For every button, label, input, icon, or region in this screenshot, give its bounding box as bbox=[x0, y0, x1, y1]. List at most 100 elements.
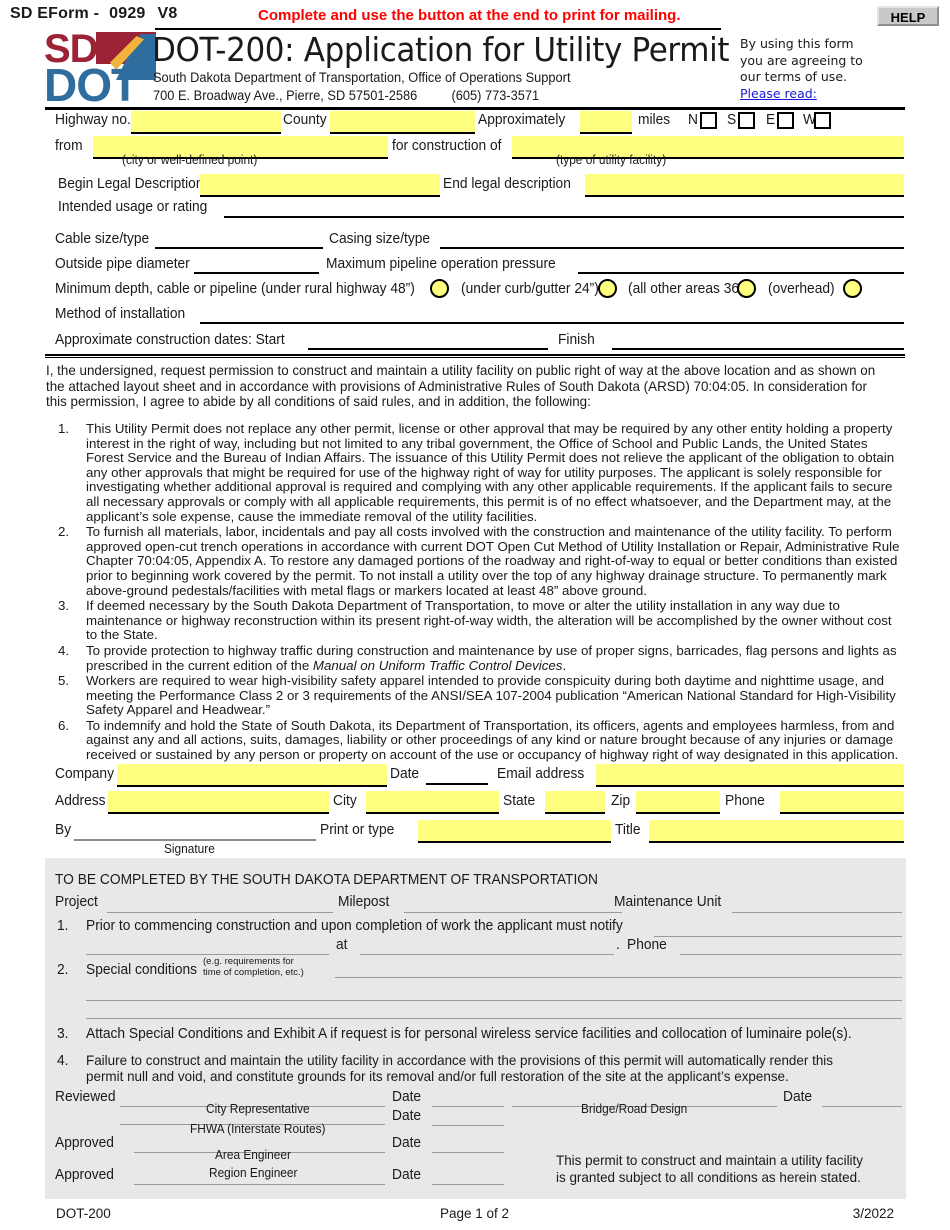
terms-link[interactable]: Please read: bbox=[740, 86, 817, 101]
date-label-bridge: Date bbox=[783, 1089, 813, 1105]
signature-input[interactable] bbox=[74, 839, 316, 841]
condition-item: 3. If deemed necessary by the South Dako… bbox=[46, 598, 906, 643]
reviewed-city-date-input[interactable] bbox=[432, 1106, 504, 1107]
direction-n-checkbox[interactable] bbox=[700, 112, 717, 129]
eform-identifier: SD EForm - 0929 V8 bbox=[10, 5, 178, 23]
min-depth-overhead-label: (overhead) bbox=[768, 281, 835, 297]
city-input[interactable] bbox=[366, 791, 499, 814]
condition-text: To indemnify and hold the State of South… bbox=[86, 717, 899, 763]
company-input[interactable] bbox=[117, 764, 387, 787]
date-input[interactable] bbox=[426, 783, 488, 785]
milepost-label: Milepost bbox=[338, 894, 390, 910]
dot-item-2-number: 2. bbox=[57, 962, 69, 978]
from-caption: (city or well-defined point) bbox=[122, 153, 258, 167]
project-input[interactable] bbox=[107, 912, 333, 913]
special-conditions-note-line2: time of completion, etc.) bbox=[203, 967, 304, 978]
header-divider-rule bbox=[45, 107, 905, 110]
min-depth-curb-radio[interactable] bbox=[598, 279, 617, 298]
agency-line: South Dakota Department of Transportatio… bbox=[153, 70, 571, 85]
cable-size-input[interactable] bbox=[155, 247, 323, 249]
eform-label: SD EForm - bbox=[10, 5, 100, 22]
address-label: Address bbox=[55, 793, 106, 809]
conditions-list: 1. This Utility Permit does not replace … bbox=[46, 421, 906, 764]
special-conditions-note-line1: (e.g. requirements for bbox=[203, 956, 294, 967]
direction-w-checkbox[interactable] bbox=[814, 112, 831, 129]
state-label: State bbox=[503, 793, 536, 809]
county-input[interactable] bbox=[330, 111, 475, 134]
approved-area-date-input[interactable] bbox=[432, 1152, 504, 1153]
notify-input[interactable] bbox=[654, 936, 902, 937]
zip-input[interactable] bbox=[636, 791, 720, 814]
approved-region-engineer-input[interactable] bbox=[134, 1184, 385, 1185]
email-input[interactable] bbox=[596, 764, 904, 787]
city-label: City bbox=[333, 793, 357, 809]
direction-s-checkbox[interactable] bbox=[738, 112, 755, 129]
approximately-input[interactable] bbox=[580, 111, 632, 134]
by-label: By bbox=[55, 822, 72, 838]
outside-pipe-label: Outside pipe diameter bbox=[55, 256, 190, 272]
phone-input[interactable] bbox=[780, 791, 904, 814]
maintenance-unit-label: Maintenance Unit bbox=[614, 894, 722, 910]
title-input[interactable] bbox=[649, 820, 904, 843]
end-legal-label: End legal description bbox=[443, 176, 571, 192]
special-conditions-input-2[interactable] bbox=[86, 1000, 902, 1001]
construction-type-caption: (type of utility facility) bbox=[556, 153, 667, 167]
special-conditions-label: Special conditions bbox=[86, 962, 198, 978]
item1-period: . bbox=[616, 937, 620, 953]
reviewed-fhwa-date-input[interactable] bbox=[432, 1125, 504, 1126]
begin-legal-label: Begin Legal Description bbox=[58, 176, 204, 192]
highway-no-input[interactable] bbox=[131, 111, 281, 134]
method-install-input[interactable] bbox=[200, 322, 904, 324]
special-conditions-input-3[interactable] bbox=[86, 1018, 902, 1019]
special-conditions-input-1[interactable] bbox=[335, 977, 902, 978]
approved-region-date-input[interactable] bbox=[432, 1184, 504, 1185]
dot-phone-input[interactable] bbox=[680, 954, 902, 955]
begin-legal-input[interactable] bbox=[200, 174, 440, 197]
email-label: Email address bbox=[497, 766, 585, 782]
item1-phone-label: Phone bbox=[627, 937, 667, 953]
highway-no-label: Highway no. bbox=[55, 112, 131, 128]
eform-version: V8 bbox=[157, 5, 178, 22]
end-legal-input[interactable] bbox=[585, 174, 904, 197]
min-depth-curb-label: (under curb/gutter 24”) bbox=[461, 281, 599, 297]
intended-usage-input[interactable] bbox=[224, 216, 904, 218]
condition-text: To furnish all materials, labor, inciden… bbox=[86, 524, 900, 598]
eform-number: 0929 bbox=[109, 5, 146, 22]
project-label: Project bbox=[55, 894, 98, 910]
phone-label: Phone bbox=[725, 793, 765, 809]
caption-region-engineer: Region Engineer bbox=[209, 1166, 298, 1180]
min-depth-other-radio[interactable] bbox=[737, 279, 756, 298]
finish-date-input[interactable] bbox=[612, 348, 904, 350]
approved-label-2: Approved bbox=[55, 1167, 114, 1183]
finish-label: Finish bbox=[558, 332, 595, 348]
help-button[interactable]: HELP bbox=[877, 6, 939, 26]
casing-size-input[interactable] bbox=[440, 247, 904, 249]
for-construction-label: for construction of bbox=[392, 138, 502, 154]
signature-caption: Signature bbox=[164, 842, 215, 856]
print-notice: Complete and use the button at the end t… bbox=[258, 7, 681, 24]
caption-city-representative: City Representative bbox=[206, 1102, 310, 1116]
form-page: SD EForm - 0929 V8 Complete and use the bu… bbox=[0, 0, 950, 1230]
address-input[interactable] bbox=[108, 791, 329, 814]
at-location-input[interactable] bbox=[360, 954, 614, 955]
min-depth-overhead-radio[interactable] bbox=[843, 279, 862, 298]
print-name-input[interactable] bbox=[418, 820, 611, 843]
state-input[interactable] bbox=[545, 791, 605, 814]
condition-item: 4. To provide protection to highway traff… bbox=[46, 643, 906, 673]
caption-bridge-road-design: Bridge/Road Design bbox=[581, 1102, 688, 1116]
condition-item: 5. Workers are required to wear high-vis… bbox=[46, 673, 906, 718]
direction-e-checkbox[interactable] bbox=[777, 112, 794, 129]
bridge-road-date-input[interactable] bbox=[822, 1106, 902, 1107]
method-install-label: Method of installation bbox=[55, 306, 186, 322]
milepost-input[interactable] bbox=[404, 912, 622, 913]
condition-number: 5. bbox=[58, 673, 70, 689]
start-date-input[interactable] bbox=[308, 348, 548, 350]
dot-item-1-number: 1. bbox=[57, 918, 69, 934]
maintenance-unit-input[interactable] bbox=[732, 912, 902, 913]
permit-grant-line-1: This permit to construct and maintain a … bbox=[556, 1152, 864, 1168]
max-pressure-input[interactable] bbox=[578, 272, 904, 274]
notify-continued-input[interactable] bbox=[86, 954, 329, 955]
outside-pipe-input[interactable] bbox=[194, 272, 319, 274]
print-or-type-label: Print or type bbox=[320, 822, 395, 838]
min-depth-rural-radio[interactable] bbox=[430, 279, 449, 298]
